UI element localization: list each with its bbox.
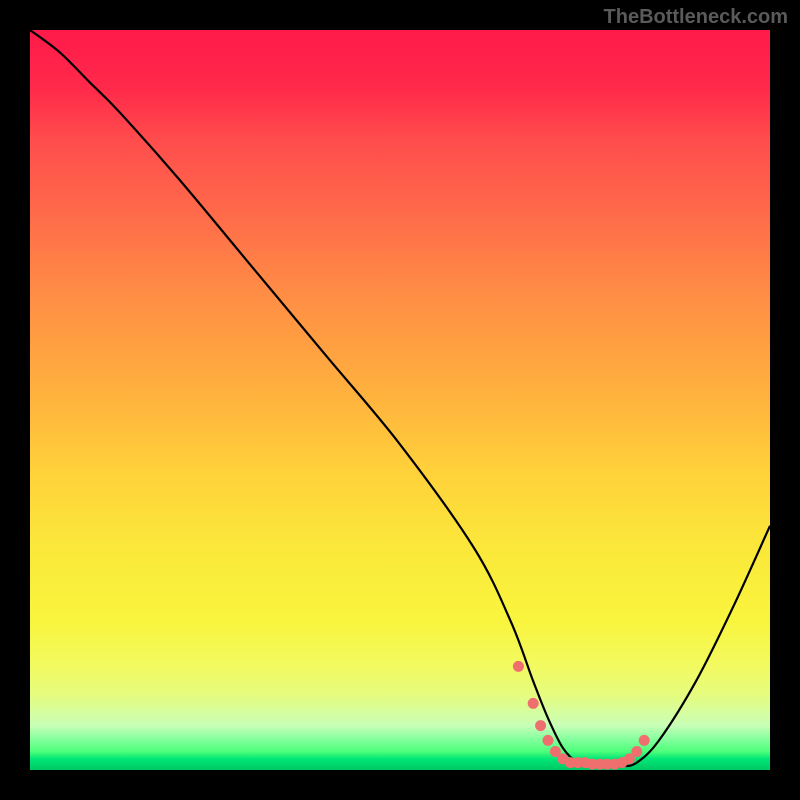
optimal-marker bbox=[528, 698, 539, 709]
optimal-marker bbox=[639, 735, 650, 746]
optimal-zone-markers bbox=[513, 661, 650, 770]
plot-area bbox=[30, 30, 770, 770]
bottleneck-curve bbox=[30, 30, 770, 767]
optimal-marker bbox=[535, 720, 546, 731]
optimal-marker bbox=[631, 746, 642, 757]
chart-svg bbox=[30, 30, 770, 770]
optimal-marker bbox=[543, 735, 554, 746]
watermark-text: TheBottleneck.com bbox=[604, 6, 788, 29]
optimal-marker bbox=[513, 661, 524, 672]
